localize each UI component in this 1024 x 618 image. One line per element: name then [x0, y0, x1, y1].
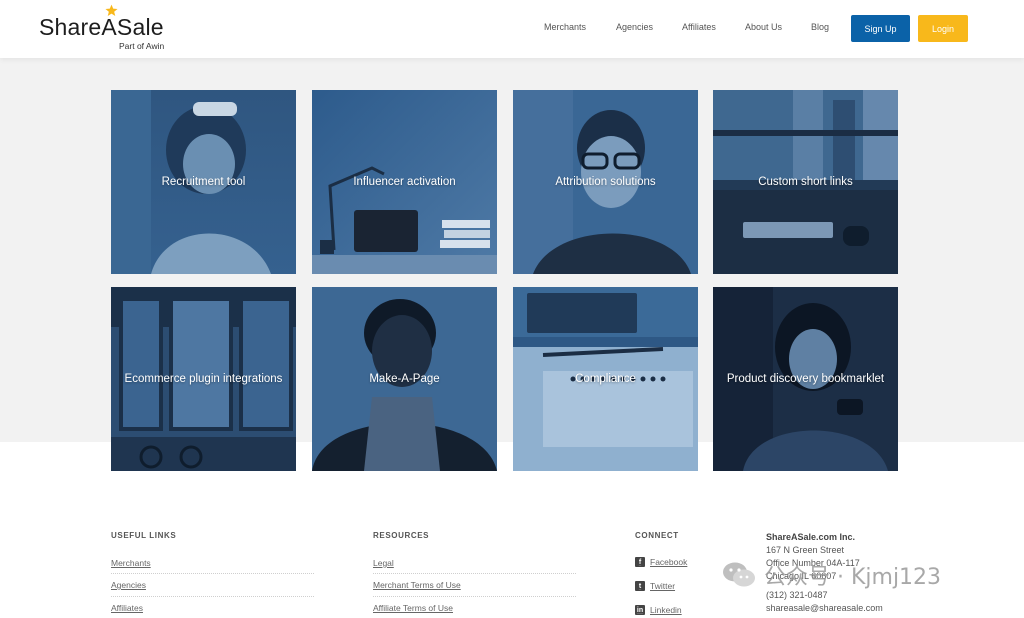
company-email[interactable]: shareasale@shareasale.com — [766, 602, 883, 615]
nav-blog[interactable]: Blog — [811, 22, 829, 32]
login-button[interactable]: Login — [918, 15, 968, 42]
resources-heading: RESOURCES — [373, 531, 430, 540]
tile-attribution-solutions[interactable]: Attribution solutions — [513, 90, 698, 274]
facebook-link[interactable]: f Facebook — [635, 557, 687, 567]
tile-label: Attribution solutions — [555, 175, 656, 188]
watermark: 公众号 · Kjmj123 — [722, 558, 941, 592]
tile-label: Recruitment tool — [161, 175, 246, 188]
useful-links-heading: USEFUL LINKS — [111, 531, 177, 540]
linkedin-icon: in — [635, 605, 645, 615]
footer-link-affiliate-terms[interactable]: Affiliate Terms of Use — [373, 603, 453, 613]
nav-agencies[interactable]: Agencies — [616, 22, 653, 32]
tile-label: Influencer activation — [353, 175, 456, 188]
divider — [111, 596, 314, 597]
twitter-icon: t — [635, 581, 645, 591]
watermark-text: 公众号 · Kjmj123 — [764, 565, 942, 590]
linkedin-link[interactable]: in Linkedin — [635, 605, 682, 615]
facebook-icon: f — [635, 557, 645, 567]
tile-label: Ecommerce plugin integrations — [124, 372, 283, 385]
tile-ecommerce-plugin-integrations[interactable]: Ecommerce plugin integrations — [111, 287, 296, 471]
tile-product-discovery-bookmarklet[interactable]: Product discovery bookmarklet — [713, 287, 898, 471]
facebook-label: Facebook — [650, 557, 688, 567]
footer-link-agencies[interactable]: Agencies — [111, 580, 146, 590]
footer-link-affiliates[interactable]: Affiliates — [111, 603, 143, 613]
divider — [111, 573, 314, 574]
tile-recruitment-tool[interactable]: Recruitment tool — [111, 90, 296, 274]
tile-custom-short-links[interactable]: Custom short links — [713, 90, 898, 274]
nav-affiliates[interactable]: Affiliates — [682, 22, 716, 32]
tile-influencer-activation[interactable]: Influencer activation — [312, 90, 497, 274]
nav-about-us[interactable]: About Us — [745, 22, 782, 32]
footer-link-merchants[interactable]: Merchants — [111, 558, 151, 568]
tile-label: Custom short links — [758, 175, 853, 188]
twitter-link[interactable]: t Twitter — [635, 581, 675, 591]
twitter-label: Twitter — [650, 581, 676, 591]
footer-link-legal[interactable]: Legal — [373, 558, 394, 568]
footer-link-merchant-terms[interactable]: Merchant Terms of Use — [373, 580, 461, 590]
tile-label: Compliance — [575, 372, 636, 385]
tile-make-a-page[interactable]: Make-A-Page — [312, 287, 497, 471]
sign-up-button[interactable]: Sign Up — [851, 15, 910, 42]
tile-label: Make-A-Page — [369, 372, 440, 385]
tile-label: Product discovery bookmarklet — [726, 372, 885, 385]
address-street: 167 N Green Street — [766, 545, 845, 555]
main-nav: Merchants Agencies Affiliates About Us B… — [0, 0, 1024, 58]
linkedin-label: Linkedin — [650, 605, 682, 615]
wechat-icon — [723, 562, 755, 587]
nav-merchants[interactable]: Merchants — [544, 22, 586, 32]
divider — [373, 573, 576, 574]
connect-heading: CONNECT — [635, 531, 679, 540]
company-name: ShareASale.com Inc. — [766, 532, 856, 542]
site-header: ShareASale Part of Awin Merchants Agenci… — [0, 0, 1024, 58]
tile-compliance[interactable]: Compliance — [513, 287, 698, 471]
divider — [373, 596, 576, 597]
